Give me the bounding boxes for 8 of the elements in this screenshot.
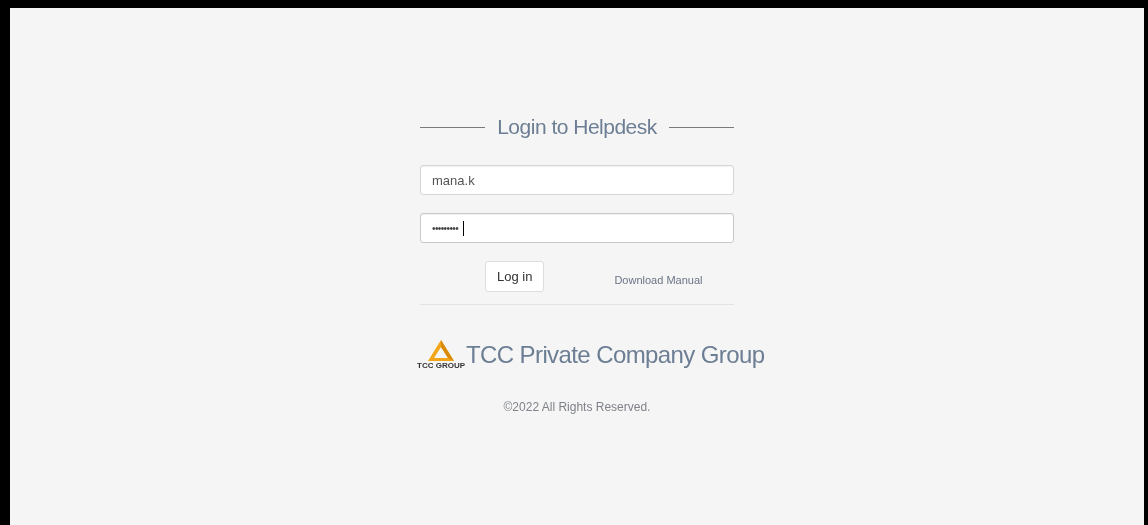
- password-field[interactable]: •••••••••: [420, 213, 734, 243]
- login-button[interactable]: Log in: [485, 261, 545, 292]
- copyright-text: ©2022 All Rights Reserved.: [503, 400, 651, 414]
- download-manual-link[interactable]: Download Manual: [614, 274, 703, 286]
- company-name: TCC Private Company Group: [466, 340, 765, 369]
- login-title: Login to Helpdesk: [497, 115, 657, 139]
- username-field[interactable]: mana.k: [420, 165, 734, 195]
- company-logo: TCC GROUP: [418, 339, 464, 370]
